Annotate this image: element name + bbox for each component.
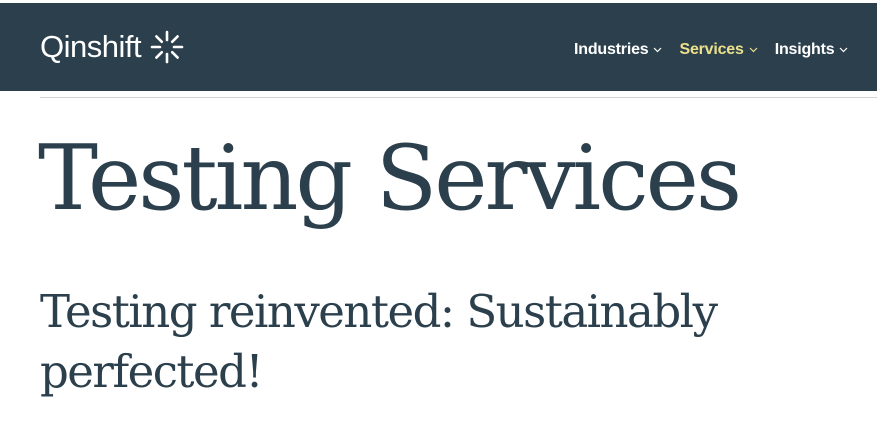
site-header: Qinshift Industries Services Insights — [0, 3, 877, 91]
nav-item-services[interactable]: Services — [679, 41, 758, 59]
page-subtitle: Testing reinvented: Sustainably perfecte… — [40, 285, 718, 399]
main-nav: Industries Services Insights — [574, 33, 865, 67]
chevron-down-icon — [840, 47, 848, 53]
logo-link[interactable]: Qinshift — [40, 25, 185, 69]
chevron-down-icon — [749, 47, 758, 53]
header-divider — [40, 97, 877, 98]
nav-item-label: Services — [679, 41, 744, 58]
logo-text: Qinshift — [40, 29, 142, 64]
nav-item-insights[interactable]: Insights — [775, 41, 849, 59]
nav-item-industries[interactable]: Industries — [574, 41, 662, 59]
nav-item-label: Insights — [774, 41, 835, 58]
chevron-down-icon — [654, 47, 662, 53]
page-title: Testing Services — [38, 126, 742, 231]
spark-burst-icon — [150, 30, 184, 64]
nav-item-label: Industries — [574, 41, 649, 58]
